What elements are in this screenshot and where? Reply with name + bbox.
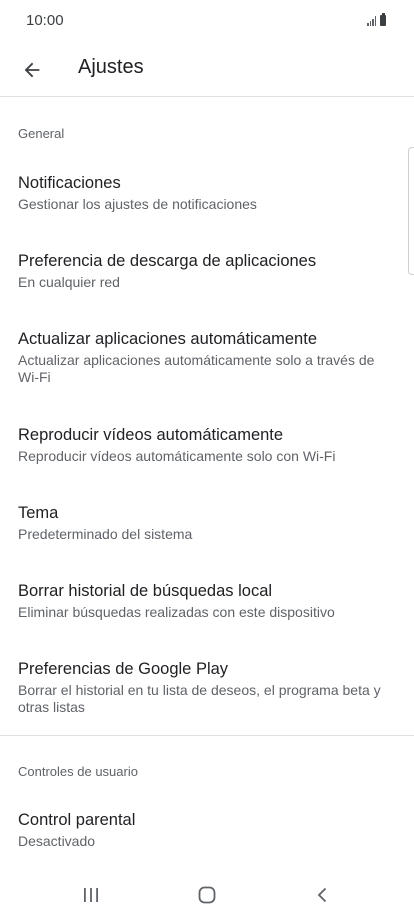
setting-title: Preferencias de Google Play: [18, 660, 229, 678]
section-header-general: General: [18, 126, 65, 141]
setting-title: Reproducir vídeos automáticamente: [18, 426, 284, 444]
battery-icon: [380, 13, 386, 26]
setting-title: Notificaciones: [18, 174, 121, 192]
setting-subtitle: Borrar el historial en tu lista de deseo…: [18, 682, 381, 715]
setting-theme[interactable]: Tema Predeterminado del sistema: [0, 502, 414, 543]
home-button[interactable]: [192, 880, 222, 910]
divider: [0, 735, 414, 736]
settings-screen: 10:00 Ajustes General Notificaciones Ges…: [0, 0, 414, 920]
arrow-back-icon: [24, 62, 40, 78]
setting-clear-search-history[interactable]: Borrar historial de búsquedas local Elim…: [0, 580, 414, 621]
system-nav-bar: [0, 868, 414, 920]
setting-subtitle: Actualizar aplicaciones automáticamente …: [18, 352, 375, 385]
page-title: Ajustes: [78, 56, 144, 78]
setting-notifications[interactable]: Notificaciones Gestionar los ajustes de …: [0, 172, 414, 213]
setting-subtitle: Gestionar los ajustes de notificaciones: [18, 196, 257, 212]
setting-title: Borrar historial de búsquedas local: [18, 582, 273, 600]
setting-subtitle: Desactivado: [18, 833, 96, 849]
setting-subtitle: En cualquier red: [18, 274, 120, 290]
status-icons: [367, 13, 386, 26]
app-bar: Ajustes: [0, 44, 414, 96]
setting-title: Actualizar aplicaciones automáticamente: [18, 330, 317, 348]
setting-download-preference[interactable]: Preferencia de descarga de aplicaciones …: [0, 250, 414, 291]
setting-subtitle: Predeterminado del sistema: [18, 526, 193, 542]
status-bar: 10:00: [0, 0, 414, 44]
status-time: 10:00: [26, 12, 64, 29]
home-icon: [198, 886, 216, 904]
nav-back-button[interactable]: [308, 880, 338, 910]
back-button[interactable]: [12, 50, 52, 90]
setting-auto-update-apps[interactable]: Actualizar aplicaciones automáticamente …: [0, 328, 414, 386]
recents-button[interactable]: [76, 880, 106, 910]
setting-parental-controls[interactable]: Control parental Desactivado: [0, 809, 414, 850]
divider: [0, 96, 414, 97]
setting-subtitle: Eliminar búsquedas realizadas con este d…: [18, 604, 335, 620]
setting-title: Tema: [18, 504, 59, 522]
setting-subtitle: Reproducir vídeos automáticamente solo c…: [18, 448, 336, 464]
recents-icon: [84, 888, 98, 902]
nav-back-icon: [317, 887, 327, 903]
scrollbar[interactable]: [408, 147, 414, 275]
setting-title: Preferencia de descarga de aplicaciones: [18, 252, 317, 270]
section-header-user-controls: Controles de usuario: [18, 764, 138, 779]
setting-title: Control parental: [18, 811, 136, 829]
signal-icon: [367, 16, 376, 26]
setting-autoplay-videos[interactable]: Reproducir vídeos automáticamente Reprod…: [0, 424, 414, 465]
setting-google-play-preferences[interactable]: Preferencias de Google Play Borrar el hi…: [0, 658, 414, 716]
